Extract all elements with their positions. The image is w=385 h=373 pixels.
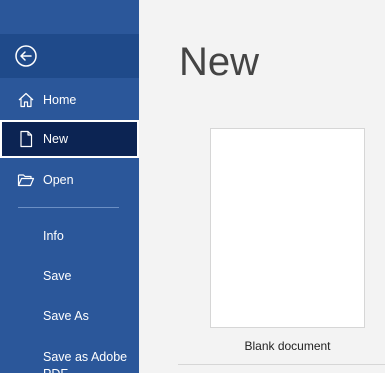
- section-divider: [178, 364, 385, 365]
- sidebar-item-open[interactable]: Open: [0, 161, 139, 199]
- sidebar-divider: [18, 207, 119, 208]
- home-icon: [17, 91, 35, 109]
- template-label: Blank document: [244, 339, 331, 353]
- sidebar-item-save[interactable]: Save: [43, 269, 72, 283]
- blank-document-template[interactable]: [210, 128, 365, 328]
- folder-open-icon: [17, 171, 35, 189]
- sidebar-item-new[interactable]: New: [0, 120, 139, 158]
- sidebar-item-label: New: [43, 132, 69, 146]
- sidebar-item-home[interactable]: Home: [0, 81, 139, 119]
- sidebar-item-save-as[interactable]: Save As: [43, 309, 89, 323]
- sidebar-item-info[interactable]: Info: [43, 229, 64, 243]
- page-title: New: [179, 40, 260, 84]
- new-document-icon: [17, 130, 35, 148]
- sidebar-item-label: Home: [43, 93, 77, 107]
- backstage-sidebar: Home New Open Info Save Save As Save as …: [0, 0, 139, 373]
- back-button[interactable]: [14, 44, 38, 68]
- sidebar-item-save-as-adobe-pdf[interactable]: Save as Adobe PDF: [43, 349, 133, 373]
- sidebar-item-label: Open: [43, 173, 74, 187]
- back-arrow-circle-icon: [15, 45, 37, 67]
